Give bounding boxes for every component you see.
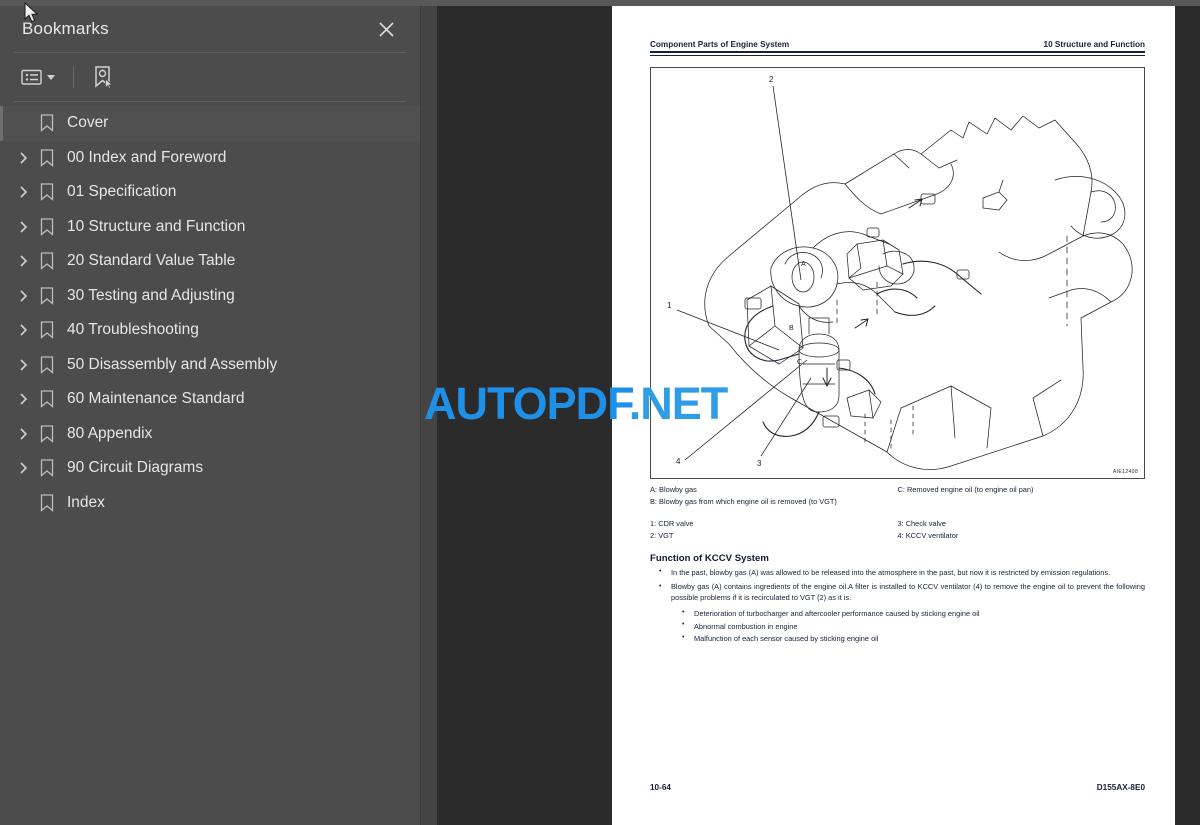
bookmark-item-40-troubleshooting[interactable]: 40 Troubleshooting xyxy=(0,313,420,348)
legend-item: 1: CDR valve xyxy=(650,518,694,528)
bookmark-icon xyxy=(34,218,60,236)
bookmark-item-90-circuit-diagrams[interactable]: 90 Circuit Diagrams xyxy=(0,451,420,486)
svg-text:4: 4 xyxy=(676,457,681,466)
bookmark-icon xyxy=(34,252,60,271)
section-title: Function of KCCV System xyxy=(650,552,769,564)
legend-item: 3: Check valve xyxy=(897,518,946,528)
figure-id-label: AIE12408 xyxy=(1112,468,1138,475)
bookmarks-panel: Bookmarks Cover 00 Index and Foreword 01… xyxy=(0,6,420,825)
chevron-right-icon[interactable] xyxy=(12,216,34,238)
bookmark-icon xyxy=(34,149,60,167)
svg-text:A: A xyxy=(801,261,806,268)
chevron-right-icon[interactable] xyxy=(12,388,34,410)
chevron-right-icon[interactable] xyxy=(12,285,34,307)
svg-text:2: 2 xyxy=(769,75,774,84)
bookmark-icon xyxy=(34,425,60,443)
subbullet-item: Deterioration of turbocharger and afterc… xyxy=(650,607,1145,619)
figure-legend: A: Blowby gas B: Blowby gas from which e… xyxy=(650,485,1145,544)
bookmark-icon xyxy=(34,356,60,374)
legend-item: A: Blowby gas xyxy=(650,484,697,494)
toolbar-divider xyxy=(73,66,74,88)
svg-text:1: 1 xyxy=(667,301,672,310)
bookmark-item-cover[interactable]: Cover xyxy=(0,106,420,141)
legend-column-left: A: Blowby gas B: Blowby gas from which e… xyxy=(650,485,898,510)
chevron-right-icon[interactable] xyxy=(12,147,34,169)
document-page: Component Parts of Engine System 10 Stru… xyxy=(612,6,1175,825)
legend-numbers-right: 3: Check valve 4: KCCV ventilator xyxy=(898,519,1146,544)
chevron-right-icon[interactable] xyxy=(12,319,34,341)
engine-system-figure: 1 2 3 4 A B C AIE12408 xyxy=(650,66,1145,479)
close-icon[interactable] xyxy=(374,17,398,41)
bookmark-item-20-standard-value-table[interactable]: 20 Standard Value Table xyxy=(0,244,420,279)
legend-item: C: Removed engine oil (to engine oil pan… xyxy=(897,484,1034,494)
chevron-right-icon[interactable] xyxy=(12,423,34,445)
bookmark-label: Index xyxy=(67,493,105,511)
legend-item: 4: KCCV ventilator xyxy=(897,531,959,541)
bookmark-item-10-structure-and-function[interactable]: 10 Structure and Function xyxy=(0,210,420,245)
legend-item: 2: VGT xyxy=(650,531,674,541)
bookmark-icon xyxy=(34,321,60,340)
list-options-icon[interactable] xyxy=(18,64,58,90)
bookmark-label: 40 Troubleshooting xyxy=(67,321,199,339)
panel-splitter[interactable] xyxy=(420,6,437,825)
bookmark-item-01-specification[interactable]: 01 Specification xyxy=(0,175,420,210)
bullet-item: Blowby gas (A) contains ingredients of t… xyxy=(650,582,1145,604)
model-code: D155AX-8E0 xyxy=(1096,783,1145,792)
bookmark-label: 01 Specification xyxy=(67,183,177,201)
bookmarks-panel-header: Bookmarks xyxy=(0,6,420,52)
bookmark-label: 60 Maintenance Standard xyxy=(67,390,245,408)
legend-item: B: Blowby gas from which engine oil is r… xyxy=(650,497,837,507)
bullet-item: In the past, blowby gas (A) was allowed … xyxy=(650,567,1145,579)
pdf-reader-window: Bookmarks Cover 00 Index and Foreword 01… xyxy=(0,0,1200,825)
section-bullet-list: In the past, blowby gas (A) was allowed … xyxy=(650,567,1145,645)
bookmarks-toolbar xyxy=(0,53,420,101)
legend-numbers-left: 1: CDR valve 2: VGT xyxy=(650,519,898,544)
page-header-right: 10 Structure and Function xyxy=(1043,40,1145,49)
chevron-down-icon xyxy=(47,74,55,80)
bookmark-icon xyxy=(34,390,60,409)
page-header: Component Parts of Engine System 10 Stru… xyxy=(650,40,1145,49)
bookmark-item-index[interactable]: Index xyxy=(0,486,420,521)
bookmark-item-00-index-and-foreword[interactable]: 00 Index and Foreword xyxy=(0,141,420,176)
bookmark-label: 00 Index and Foreword xyxy=(67,148,227,166)
page-number: 10-64 xyxy=(650,783,671,792)
chevron-right-icon[interactable] xyxy=(12,250,34,272)
section-subbullet-list: Deterioration of turbocharger and afterc… xyxy=(650,607,1145,644)
subbullet-item: Abnormal combustion in engine xyxy=(650,620,1145,632)
bookmark-icon xyxy=(34,287,60,305)
chevron-right-icon[interactable] xyxy=(12,181,34,203)
header-rule-thin xyxy=(650,54,1145,56)
bookmark-item-50-disassembly-and-assembly[interactable]: 50 Disassembly and Assembly xyxy=(0,348,420,383)
bookmark-label: 80 Appendix xyxy=(67,424,153,442)
legend-spacer xyxy=(650,510,1145,519)
bookmark-icon xyxy=(34,494,60,512)
header-rule-thick xyxy=(650,51,1145,53)
chevron-right-icon[interactable] xyxy=(12,457,34,479)
document-viewer[interactable]: Component Parts of Engine System 10 Stru… xyxy=(437,6,1200,825)
add-bookmark-icon[interactable] xyxy=(89,61,117,93)
legend-column-right: C: Removed engine oil (to engine oil pan… xyxy=(898,485,1146,510)
bookmark-label: 10 Structure and Function xyxy=(67,217,246,235)
bookmark-icon xyxy=(34,183,60,202)
bookmark-item-80-appendix[interactable]: 80 Appendix xyxy=(0,417,420,452)
svg-text:B: B xyxy=(789,325,794,332)
svg-text:C: C xyxy=(797,359,802,366)
bookmark-item-30-testing-and-adjusting[interactable]: 30 Testing and Adjusting xyxy=(0,279,420,314)
subbullet-item: Malfunction of each sensor caused by sti… xyxy=(650,633,1145,644)
panel-title: Bookmarks xyxy=(22,19,109,38)
bookmark-label: 90 Circuit Diagrams xyxy=(67,459,204,477)
bookmark-label: 50 Disassembly and Assembly xyxy=(67,355,278,373)
page-footer: 10-64 D155AX-8E0 xyxy=(650,783,1145,792)
bookmark-item-60-maintenance-standard[interactable]: 60 Maintenance Standard xyxy=(0,382,420,417)
bookmark-label: 30 Testing and Adjusting xyxy=(67,286,235,304)
page-header-left: Component Parts of Engine System xyxy=(650,40,790,49)
bookmark-icon xyxy=(34,114,60,133)
chevron-right-icon[interactable] xyxy=(12,354,34,376)
bookmark-tree: Cover 00 Index and Foreword 01 Specifica xyxy=(0,102,420,520)
bookmark-icon xyxy=(34,459,60,478)
bookmark-label: 20 Standard Value Table xyxy=(67,252,236,270)
svg-text:3: 3 xyxy=(757,459,762,468)
bookmark-label: Cover xyxy=(67,114,109,132)
